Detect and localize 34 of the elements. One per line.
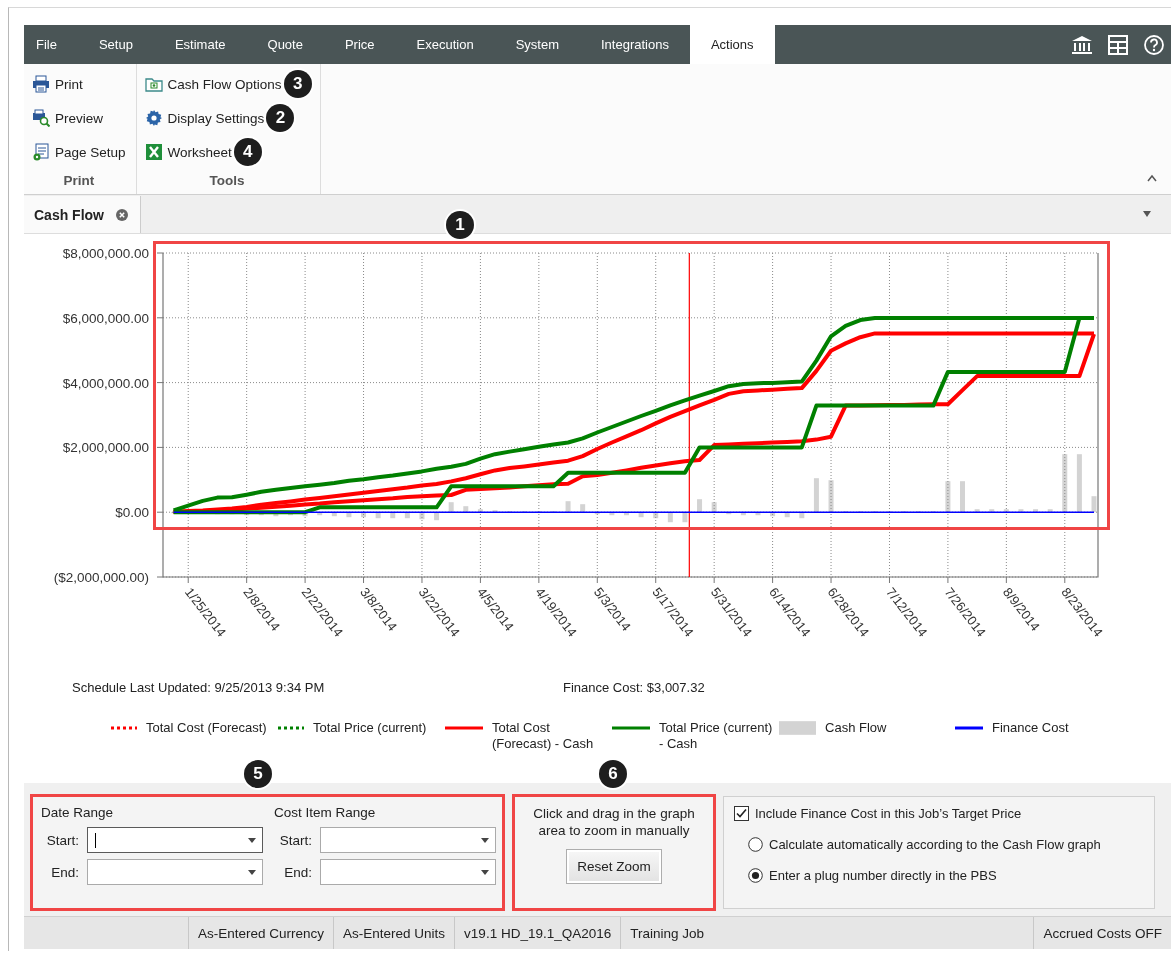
axis-tick-label: $8,000,000.00: [62, 246, 149, 261]
callout-number: 4: [233, 138, 262, 166]
axis-tick-label: $4,000,000.00: [62, 375, 149, 391]
legend-label: Total Cost (Forecast): [146, 720, 268, 736]
legend-label: Finance Cost: [992, 720, 1070, 736]
status-text: Training Job: [620, 917, 713, 949]
group-title: Date Range: [41, 805, 115, 820]
axis-tick-label: $6,000,000.00: [62, 310, 149, 326]
legend-label: Cash Flow: [825, 720, 888, 736]
zoom-hint-text: Click and drag in the graph area to zoom in manually: [532, 805, 696, 839]
status-text: Accrued Costs OFF: [1033, 917, 1171, 949]
field-label: Start:: [278, 832, 312, 848]
finance-cost-text: Finance Cost: $3,007.32: [563, 680, 705, 697]
callout-number: 1: [446, 211, 474, 239]
legend-label: Total Cost (Forecast) - Cash: [492, 720, 595, 752]
ribbon-group-label: Tools: [208, 173, 246, 190]
status-text: As-Entered Units: [333, 917, 455, 949]
callout-number: 6: [599, 760, 627, 788]
legend-label: Total Price (current) - Cash: [659, 720, 774, 752]
field-label: End:: [50, 864, 79, 880]
callout-number: 2: [266, 104, 295, 132]
status-text: v19.1 HD_19.1_QA2016: [454, 917, 621, 949]
axis-tick-label: $0.00: [115, 505, 149, 521]
status-text: As-Entered Currency: [188, 917, 334, 949]
group-title: Cost Item Range: [274, 805, 377, 820]
field-label: End:: [283, 864, 312, 880]
axis-tick-label: $2,000,000.00: [62, 440, 149, 456]
callout-number: 3: [283, 70, 312, 98]
field-label: Start:: [45, 832, 79, 848]
callout-number: 5: [244, 760, 272, 788]
ribbon-group-label: Print: [62, 173, 96, 190]
legend-label: Total Price (current): [313, 720, 428, 736]
schedule-updated-text: Schedule Last Updated: 9/25/2013 9:34 PM: [72, 680, 326, 697]
axis-tick-label: ($2,000,000.00): [53, 570, 149, 585]
